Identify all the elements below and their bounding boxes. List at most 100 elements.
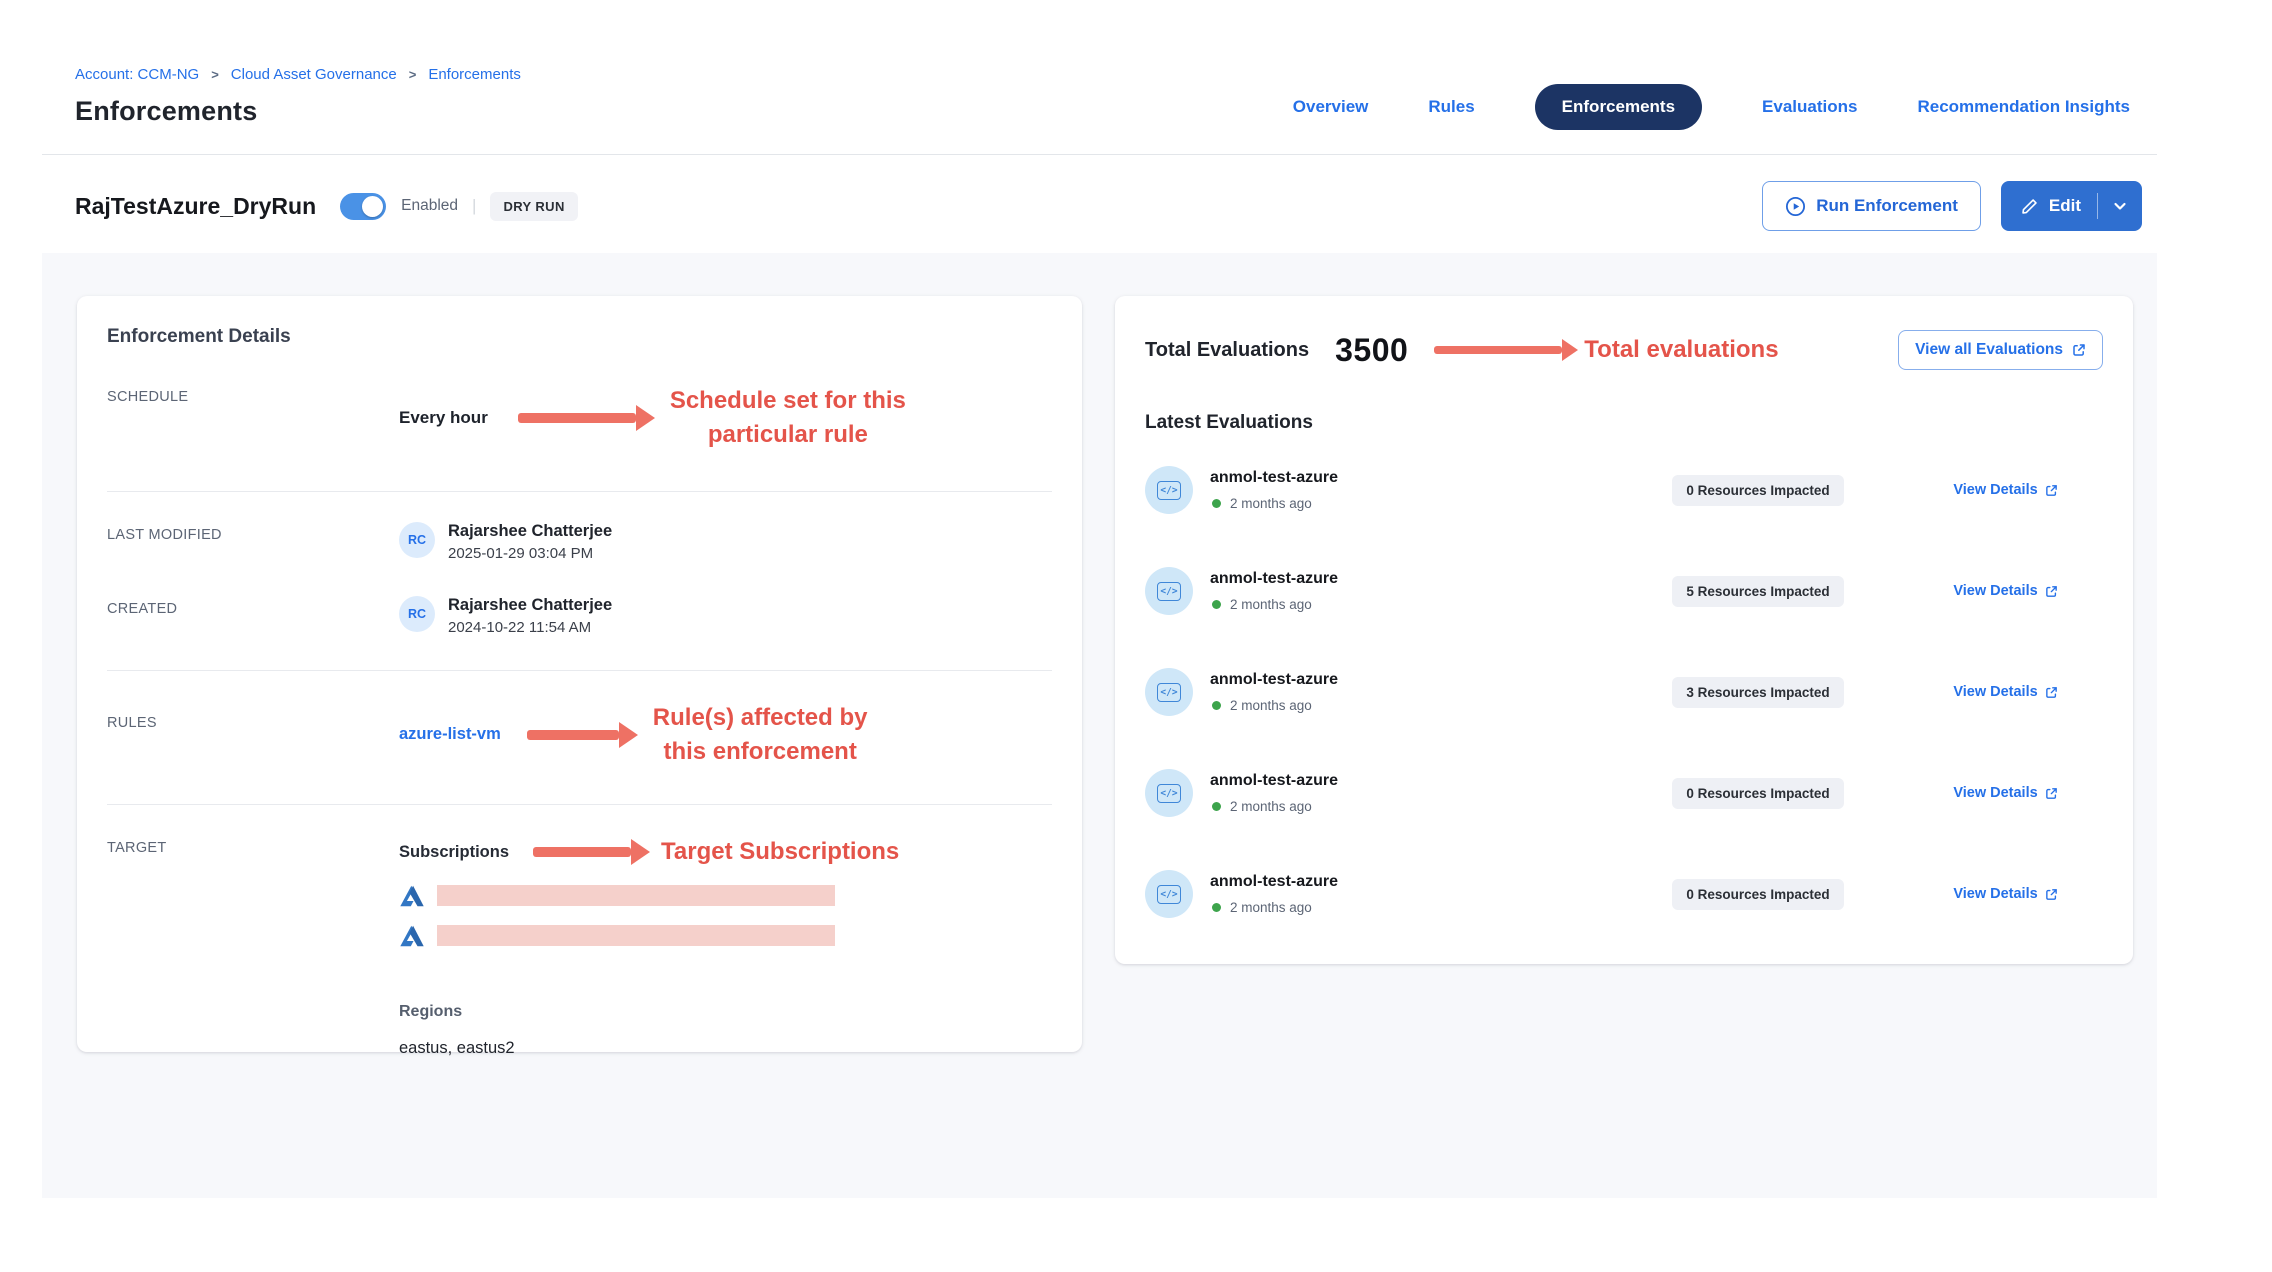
enforcement-name: RajTestAzure_DryRun	[75, 193, 316, 220]
annotation-text: Schedule set for this	[670, 384, 906, 418]
last-modified-row: LAST MODIFIED RC Rajarshee Chatterjee 20…	[107, 522, 1052, 562]
target-label: TARGET	[107, 835, 399, 856]
edit-label: Edit	[2049, 196, 2081, 216]
annotation-arrow	[527, 730, 619, 740]
details-card-title: Enforcement Details	[107, 326, 1052, 348]
evaluation-name: anmol-test-azure	[1210, 873, 1608, 891]
evaluation-name: anmol-test-azure	[1210, 570, 1608, 588]
breadcrumb-separator-icon: >	[409, 67, 417, 82]
total-evaluations-label: Total Evaluations	[1145, 339, 1309, 362]
view-details-link[interactable]: View Details	[1953, 482, 2057, 498]
external-link-icon	[2045, 787, 2058, 800]
evaluation-row: </> anmol-test-azure 2 months ago 0 Reso…	[1145, 870, 2103, 918]
evaluation-row: </> anmol-test-azure 2 months ago 0 Reso…	[1145, 466, 2103, 514]
breadcrumb-separator-icon: >	[211, 67, 219, 82]
evaluation-icon: </>	[1145, 769, 1193, 817]
edit-button[interactable]: Edit	[2001, 196, 2097, 216]
created-row: CREATED RC Rajarshee Chatterjee 2024-10-…	[107, 596, 1052, 636]
toggle-knob	[362, 196, 383, 217]
dry-run-badge: DRY RUN	[490, 192, 577, 221]
created-label: CREATED	[107, 596, 399, 617]
total-annotation: Total evaluations	[1584, 333, 1778, 367]
external-link-icon	[2045, 484, 2058, 497]
tab-overview[interactable]: Overview	[1293, 97, 1369, 117]
resources-impacted-badge: 0 Resources Impacted	[1672, 475, 1843, 506]
breadcrumb-section-link[interactable]: Cloud Asset Governance	[231, 66, 397, 83]
evaluation-row: </> anmol-test-azure 2 months ago 0 Reso…	[1145, 769, 2103, 817]
status-dot	[1212, 499, 1221, 508]
last-modified-date: 2025-01-29 03:04 PM	[448, 545, 612, 562]
subscription-redacted	[437, 885, 835, 906]
evaluation-row: </> anmol-test-azure 2 months ago 5 Reso…	[1145, 567, 2103, 615]
subscriptions-label: Subscriptions	[399, 843, 509, 862]
schedule-value: Every hour	[399, 408, 488, 428]
status-dot	[1212, 903, 1221, 912]
annotation-arrow	[1434, 346, 1562, 354]
view-details-link[interactable]: View Details	[1953, 785, 2057, 801]
view-details-link[interactable]: View Details	[1953, 583, 2057, 599]
annotation-text: this enforcement	[653, 735, 868, 769]
enforcement-details-card: Enforcement Details SCHEDULE Every hour …	[77, 296, 1082, 1052]
subscription-item	[399, 883, 1052, 909]
chevron-down-icon	[2112, 198, 2128, 214]
resources-impacted-badge: 0 Resources Impacted	[1672, 879, 1843, 910]
status-dot	[1212, 701, 1221, 710]
last-modified-label: LAST MODIFIED	[107, 522, 399, 543]
schedule-row: SCHEDULE Every hour Schedule set for thi…	[107, 384, 1052, 492]
view-details-label: View Details	[1953, 886, 2037, 902]
pencil-icon	[2020, 197, 2039, 216]
view-details-link[interactable]: View Details	[1953, 886, 2057, 902]
resources-impacted-badge: 0 Resources Impacted	[1672, 778, 1843, 809]
enforcement-toolbar: RajTestAzure_DryRun Enabled | DRY RUN Ru…	[75, 178, 2142, 234]
azure-icon	[399, 883, 425, 909]
view-details-label: View Details	[1953, 785, 2037, 801]
external-link-icon	[2045, 585, 2058, 598]
annotation-text: Rule(s) affected by	[653, 701, 868, 735]
subscription-item	[399, 923, 1052, 949]
breadcrumb-account-link[interactable]: Account: CCM-NG	[75, 66, 199, 83]
tab-rules[interactable]: Rules	[1428, 97, 1474, 117]
annotation-arrow	[518, 413, 636, 423]
status-dot	[1212, 802, 1221, 811]
enabled-toggle[interactable]	[340, 193, 386, 220]
edit-split-button: Edit	[2001, 181, 2142, 231]
created-date: 2024-10-22 11:54 AM	[448, 619, 612, 636]
resources-impacted-badge: 3 Resources Impacted	[1672, 677, 1843, 708]
evaluation-row: </> anmol-test-azure 2 months ago 3 Reso…	[1145, 668, 2103, 716]
evaluation-icon: </>	[1145, 668, 1193, 716]
rules-label: RULES	[107, 701, 399, 731]
evaluation-time: 2 months ago	[1230, 799, 1312, 814]
subscription-redacted	[437, 925, 835, 946]
tab-recommendation-insights[interactable]: Recommendation Insights	[1917, 97, 2130, 117]
toolbar-separator: |	[472, 196, 476, 216]
top-nav-tabs: Overview Rules Enforcements Evaluations …	[1293, 82, 2130, 132]
view-all-evaluations-button[interactable]: View all Evaluations	[1898, 330, 2103, 370]
edit-dropdown-button[interactable]	[2098, 198, 2142, 214]
last-modified-user: Rajarshee Chatterjee	[448, 522, 612, 541]
avatar: RC	[399, 596, 435, 632]
run-enforcement-label: Run Enforcement	[1816, 196, 1958, 216]
view-details-link[interactable]: View Details	[1953, 684, 2057, 700]
evaluation-time: 2 months ago	[1230, 698, 1312, 713]
breadcrumb-page-link[interactable]: Enforcements	[428, 66, 521, 83]
evaluation-name: anmol-test-azure	[1210, 469, 1608, 487]
schedule-annotation: Schedule set for this particular rule	[670, 384, 906, 451]
total-evaluations-value: 3500	[1335, 332, 1408, 369]
breadcrumb: Account: CCM-NG > Cloud Asset Governance…	[75, 66, 521, 83]
run-enforcement-button[interactable]: Run Enforcement	[1762, 181, 1981, 231]
annotation-text: particular rule	[670, 418, 906, 452]
evaluation-time: 2 months ago	[1230, 900, 1312, 915]
resources-impacted-badge: 5 Resources Impacted	[1672, 576, 1843, 607]
schedule-label: SCHEDULE	[107, 384, 399, 405]
tab-evaluations[interactable]: Evaluations	[1762, 97, 1857, 117]
rules-annotation: Rule(s) affected by this enforcement	[653, 701, 868, 768]
evaluation-icon: </>	[1145, 870, 1193, 918]
target-annotation: Target Subscriptions	[661, 835, 899, 869]
rule-link[interactable]: azure-list-vm	[399, 725, 501, 744]
audit-section: LAST MODIFIED RC Rajarshee Chatterjee 20…	[107, 492, 1052, 671]
header-divider	[42, 154, 2157, 155]
tab-enforcements[interactable]: Enforcements	[1535, 84, 1702, 130]
play-icon	[1785, 196, 1806, 217]
avatar: RC	[399, 522, 435, 558]
evaluations-card: Total Evaluations 3500 Total evaluations…	[1115, 296, 2133, 964]
